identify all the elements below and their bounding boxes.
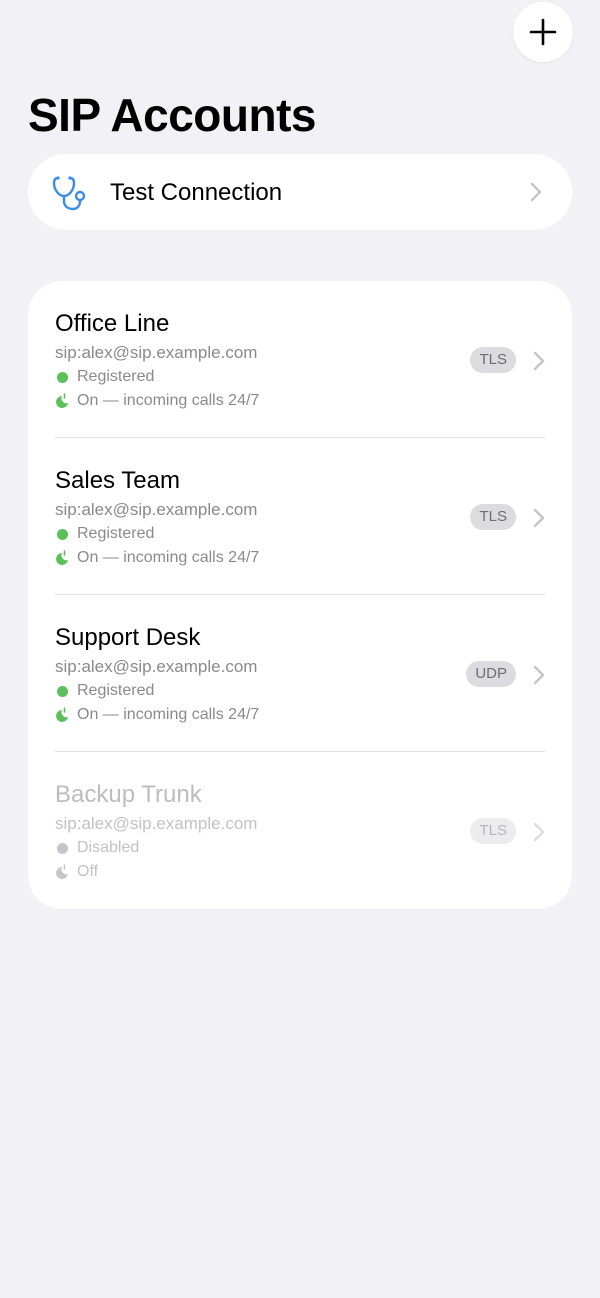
moon-power-icon [56, 393, 68, 408]
stethoscope-icon [52, 176, 86, 211]
account-uri: sip:alex@sip.example.com [55, 814, 258, 833]
account-row-support-desk[interactable]: Support Desk sip:alex@sip.example.com Re… [28, 595, 572, 752]
account-mode-label: On — incoming calls 24/7 [77, 549, 260, 566]
plus-icon [529, 18, 557, 46]
account-name: Office Line [55, 310, 170, 337]
chevron-right-icon [533, 665, 545, 685]
transport-badge: TLS [470, 347, 516, 373]
test-connection-label: Test Connection [110, 179, 283, 206]
account-status: Registered [55, 366, 154, 388]
moon-power-icon [56, 550, 68, 565]
status-dot-icon [57, 685, 68, 697]
test-connection-chevron-icon [530, 182, 542, 202]
add-account-button[interactable] [513, 2, 573, 62]
account-mode: Off [55, 861, 98, 883]
account-row-office-line[interactable]: Office Line sip:alex@sip.example.com Reg… [28, 281, 572, 438]
status-dot-icon [57, 371, 68, 383]
chevron-right-icon [533, 508, 545, 528]
account-mode: On — incoming calls 24/7 [55, 547, 259, 569]
account-row-sales-team[interactable]: Sales Team sip:alex@sip.example.com Regi… [28, 438, 572, 595]
account-mode: On — incoming calls 24/7 [55, 390, 259, 412]
account-status: Registered [55, 523, 154, 545]
account-mode-label: On — incoming calls 24/7 [77, 706, 260, 723]
account-name: Sales Team [55, 467, 180, 494]
account-mode: On — incoming calls 24/7 [55, 704, 259, 726]
account-uri: sip:alex@sip.example.com [55, 657, 258, 676]
status-dot-icon [57, 842, 68, 854]
account-status: Registered [55, 680, 154, 702]
page-title: SIP Accounts [28, 89, 316, 141]
moon-power-icon [56, 864, 68, 879]
account-status: Disabled [55, 837, 139, 859]
account-mode-label: On — incoming calls 24/7 [77, 392, 260, 409]
transport-badge: TLS [470, 504, 516, 530]
status-dot-icon [57, 528, 68, 540]
transport-badge: TLS [470, 818, 516, 844]
account-name: Support Desk [55, 624, 201, 651]
transport-badge: UDP [466, 661, 516, 687]
account-status-label: Disabled [77, 839, 140, 856]
account-status-label: Registered [77, 682, 155, 699]
chevron-right-icon [533, 351, 545, 371]
accounts-list: Office Line sip:alex@sip.example.com Reg… [28, 281, 572, 909]
account-status-label: Registered [77, 525, 155, 542]
account-row-backup-trunk[interactable]: Backup Trunk sip:alex@sip.example.com Di… [28, 752, 572, 909]
chevron-right-icon [533, 822, 545, 842]
account-name: Backup Trunk [55, 781, 202, 808]
account-uri: sip:alex@sip.example.com [55, 500, 258, 519]
account-uri: sip:alex@sip.example.com [55, 343, 258, 362]
account-mode-label: Off [77, 863, 99, 880]
moon-power-icon [56, 707, 68, 722]
test-connection-button[interactable]: Test Connection [28, 154, 572, 230]
account-status-label: Registered [77, 368, 155, 385]
